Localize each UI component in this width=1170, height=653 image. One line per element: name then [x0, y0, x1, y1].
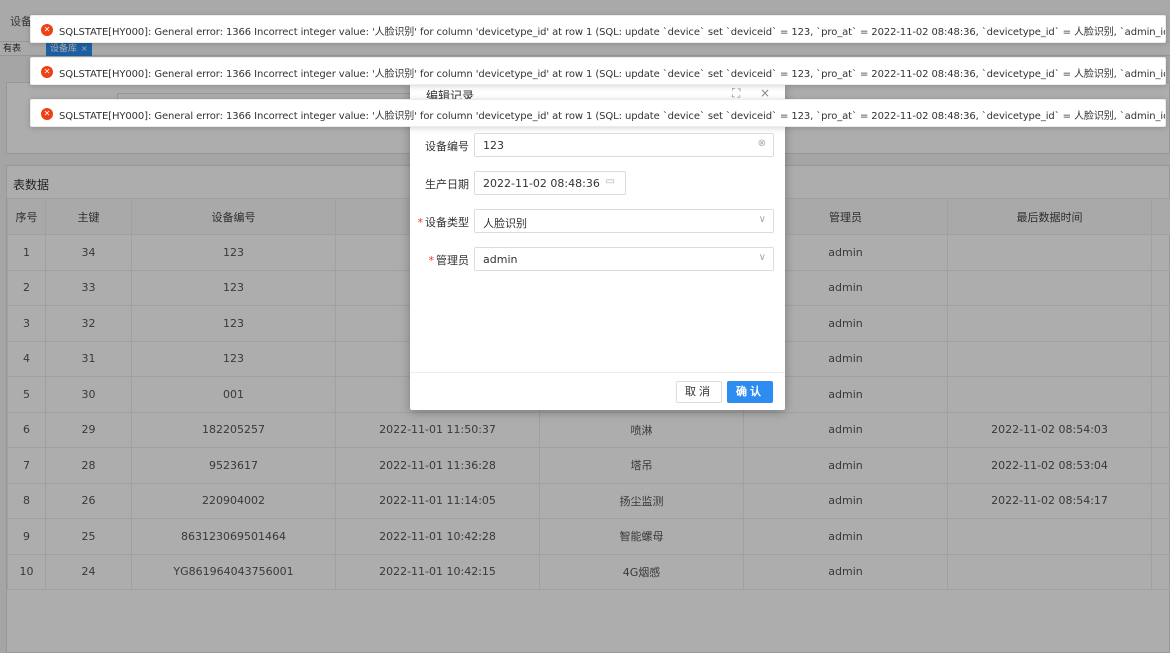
error-message: SQLSTATE[HY000]: General error: 1366 Inc…	[59, 69, 1165, 80]
cancel-button[interactable]: 取消	[676, 381, 722, 403]
device-type-label: * 设备类型	[418, 214, 470, 230]
close-icon[interactable]: ×	[760, 86, 770, 100]
required-mark: *	[417, 216, 424, 229]
admin-select[interactable]: admin ∨	[474, 247, 774, 271]
form-row-device-no: 设备编号 123 ⊗	[410, 133, 785, 157]
pro-date-picker[interactable]: 2022-11-02 08:48:36 ▭	[474, 171, 626, 195]
chevron-down-icon: ∨	[758, 214, 766, 225]
error-message: SQLSTATE[HY000]: General error: 1366 Inc…	[59, 27, 1165, 38]
device-no-label: 设备编号	[425, 140, 469, 153]
required-mark: *	[428, 254, 435, 267]
chevron-down-icon: ∨	[758, 252, 766, 263]
error-icon: ✕	[41, 108, 53, 120]
error-toast: ✕ SQLSTATE[HY000]: General error: 1366 I…	[30, 57, 1166, 85]
form-row-admin: * 管理员 admin ∨	[410, 247, 785, 271]
admin-value: admin	[483, 253, 518, 266]
clear-icon[interactable]: ⊗	[758, 138, 766, 149]
device-type-label-text: 设备类型	[425, 216, 469, 229]
dialog-body: 设备编号 123 ⊗ 生产日期 2022-11-02 08:48:36 ▭ * 设…	[410, 106, 785, 372]
confirm-button[interactable]: 确认	[727, 381, 773, 403]
form-row-device-type: * 设备类型 人脸识别 ∨	[410, 209, 785, 233]
calendar-icon: ▭	[605, 176, 615, 187]
pro-date-value: 2022-11-02 08:48:36	[483, 177, 600, 190]
device-type-select[interactable]: 人脸识别 ∨	[474, 209, 774, 233]
edit-record-dialog: 编辑记录 ⛶ × 设备编号 123 ⊗ 生产日期 2022-11-02 08:4…	[410, 82, 785, 410]
error-toast: ✕ SQLSTATE[HY000]: General error: 1366 I…	[30, 15, 1166, 43]
admin-label: * 管理员	[429, 252, 470, 268]
error-icon: ✕	[41, 24, 53, 36]
pro-date-label: 生产日期	[425, 178, 469, 191]
form-row-pro-date: 生产日期 2022-11-02 08:48:36 ▭	[410, 171, 785, 195]
device-no-value: 123	[483, 139, 504, 152]
error-toast: ✕ SQLSTATE[HY000]: General error: 1366 I…	[30, 99, 1166, 127]
dialog-footer: 取消 确认	[410, 372, 785, 410]
error-message: SQLSTATE[HY000]: General error: 1366 Inc…	[59, 111, 1165, 122]
device-no-input[interactable]: 123 ⊗	[474, 133, 774, 157]
device-type-value: 人脸识别	[483, 217, 527, 230]
admin-label-text: 管理员	[436, 254, 469, 267]
error-icon: ✕	[41, 66, 53, 78]
